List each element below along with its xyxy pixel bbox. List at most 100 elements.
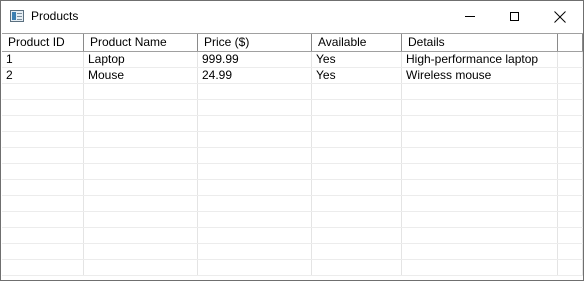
- table-cell[interactable]: [84, 244, 198, 259]
- table-cell[interactable]: [2, 260, 84, 275]
- table-cell[interactable]: [84, 180, 198, 195]
- table-cell[interactable]: [84, 196, 198, 211]
- table-cell[interactable]: [84, 164, 198, 179]
- table-cell[interactable]: [402, 148, 558, 163]
- table-cell[interactable]: [558, 196, 583, 211]
- table-cell[interactable]: [84, 132, 198, 147]
- table-cell[interactable]: [198, 244, 312, 259]
- table-cell[interactable]: 999.99: [198, 52, 312, 67]
- table-cell[interactable]: [402, 164, 558, 179]
- maximize-button[interactable]: [492, 1, 537, 32]
- table-cell[interactable]: [312, 228, 402, 243]
- table-cell[interactable]: [2, 148, 84, 163]
- table-cell[interactable]: [84, 212, 198, 227]
- table-cell[interactable]: [402, 180, 558, 195]
- table-cell[interactable]: [198, 84, 312, 99]
- table-cell[interactable]: [198, 100, 312, 115]
- table-cell[interactable]: [198, 164, 312, 179]
- table-cell[interactable]: [402, 196, 558, 211]
- table-cell[interactable]: [198, 132, 312, 147]
- table-cell[interactable]: [84, 116, 198, 131]
- empty-row[interactable]: [2, 148, 583, 164]
- column-header-product-id[interactable]: Product ID: [2, 34, 84, 51]
- empty-row[interactable]: [2, 84, 583, 100]
- table-row[interactable]: 1 Laptop 999.99 Yes High-performance laptop: [2, 52, 583, 68]
- table-cell[interactable]: [2, 100, 84, 115]
- table-cell[interactable]: [312, 180, 402, 195]
- column-header-price[interactable]: Price ($): [198, 34, 312, 51]
- products-grid[interactable]: Product ID Product Name Price ($) Availa…: [2, 33, 583, 279]
- table-cell[interactable]: [84, 100, 198, 115]
- table-cell[interactable]: [558, 52, 583, 67]
- empty-row[interactable]: [2, 244, 583, 260]
- table-cell[interactable]: [558, 116, 583, 131]
- empty-row[interactable]: [2, 212, 583, 228]
- table-cell[interactable]: [198, 196, 312, 211]
- table-cell[interactable]: [558, 228, 583, 243]
- empty-row[interactable]: [2, 132, 583, 148]
- table-cell[interactable]: [84, 228, 198, 243]
- table-cell[interactable]: [198, 180, 312, 195]
- table-cell[interactable]: [2, 196, 84, 211]
- title-bar[interactable]: Products: [1, 1, 583, 32]
- table-cell[interactable]: [402, 100, 558, 115]
- table-cell[interactable]: Laptop: [84, 52, 198, 67]
- table-cell[interactable]: [558, 148, 583, 163]
- table-cell[interactable]: [2, 164, 84, 179]
- table-cell[interactable]: [402, 84, 558, 99]
- table-cell[interactable]: [558, 260, 583, 275]
- table-cell[interactable]: [2, 84, 84, 99]
- table-cell[interactable]: 24.99: [198, 68, 312, 83]
- table-cell[interactable]: 2: [2, 68, 84, 83]
- table-cell[interactable]: [2, 212, 84, 227]
- table-cell[interactable]: [312, 260, 402, 275]
- table-cell[interactable]: [198, 228, 312, 243]
- table-cell[interactable]: 1: [2, 52, 84, 67]
- table-cell[interactable]: [402, 260, 558, 275]
- table-cell[interactable]: High-performance laptop: [402, 52, 558, 67]
- table-cell[interactable]: [312, 132, 402, 147]
- table-cell[interactable]: [402, 132, 558, 147]
- column-header-details[interactable]: Details: [402, 34, 558, 51]
- table-cell[interactable]: [312, 196, 402, 211]
- table-cell[interactable]: [2, 244, 84, 259]
- empty-row[interactable]: [2, 180, 583, 196]
- table-cell[interactable]: [312, 148, 402, 163]
- table-cell[interactable]: [558, 84, 583, 99]
- table-cell[interactable]: [312, 84, 402, 99]
- minimize-button[interactable]: [447, 1, 492, 32]
- table-cell[interactable]: [558, 164, 583, 179]
- table-cell[interactable]: Wireless mouse: [402, 68, 558, 83]
- table-cell[interactable]: [198, 212, 312, 227]
- table-cell[interactable]: [312, 164, 402, 179]
- table-cell[interactable]: [402, 116, 558, 131]
- table-cell[interactable]: [558, 100, 583, 115]
- table-cell[interactable]: [2, 180, 84, 195]
- table-cell[interactable]: [198, 148, 312, 163]
- close-button[interactable]: [537, 1, 582, 32]
- table-cell[interactable]: Yes: [312, 68, 402, 83]
- table-cell[interactable]: [2, 116, 84, 131]
- table-cell[interactable]: Yes: [312, 52, 402, 67]
- table-cell[interactable]: [402, 244, 558, 259]
- empty-row[interactable]: [2, 116, 583, 132]
- column-header-available[interactable]: Available: [312, 34, 402, 51]
- table-row[interactable]: 2 Mouse 24.99 Yes Wireless mouse: [2, 68, 583, 84]
- table-cell[interactable]: [198, 116, 312, 131]
- empty-row[interactable]: [2, 164, 583, 180]
- table-cell[interactable]: [84, 84, 198, 99]
- table-cell[interactable]: [558, 132, 583, 147]
- table-cell[interactable]: [2, 132, 84, 147]
- table-cell[interactable]: [312, 116, 402, 131]
- table-cell[interactable]: [84, 148, 198, 163]
- table-cell[interactable]: [312, 100, 402, 115]
- empty-row[interactable]: [2, 260, 583, 276]
- table-cell[interactable]: [84, 260, 198, 275]
- table-cell[interactable]: [558, 180, 583, 195]
- table-cell[interactable]: Mouse: [84, 68, 198, 83]
- table-cell[interactable]: [198, 260, 312, 275]
- table-cell[interactable]: [558, 244, 583, 259]
- table-cell[interactable]: [312, 244, 402, 259]
- table-cell[interactable]: [558, 68, 583, 83]
- table-cell[interactable]: [558, 212, 583, 227]
